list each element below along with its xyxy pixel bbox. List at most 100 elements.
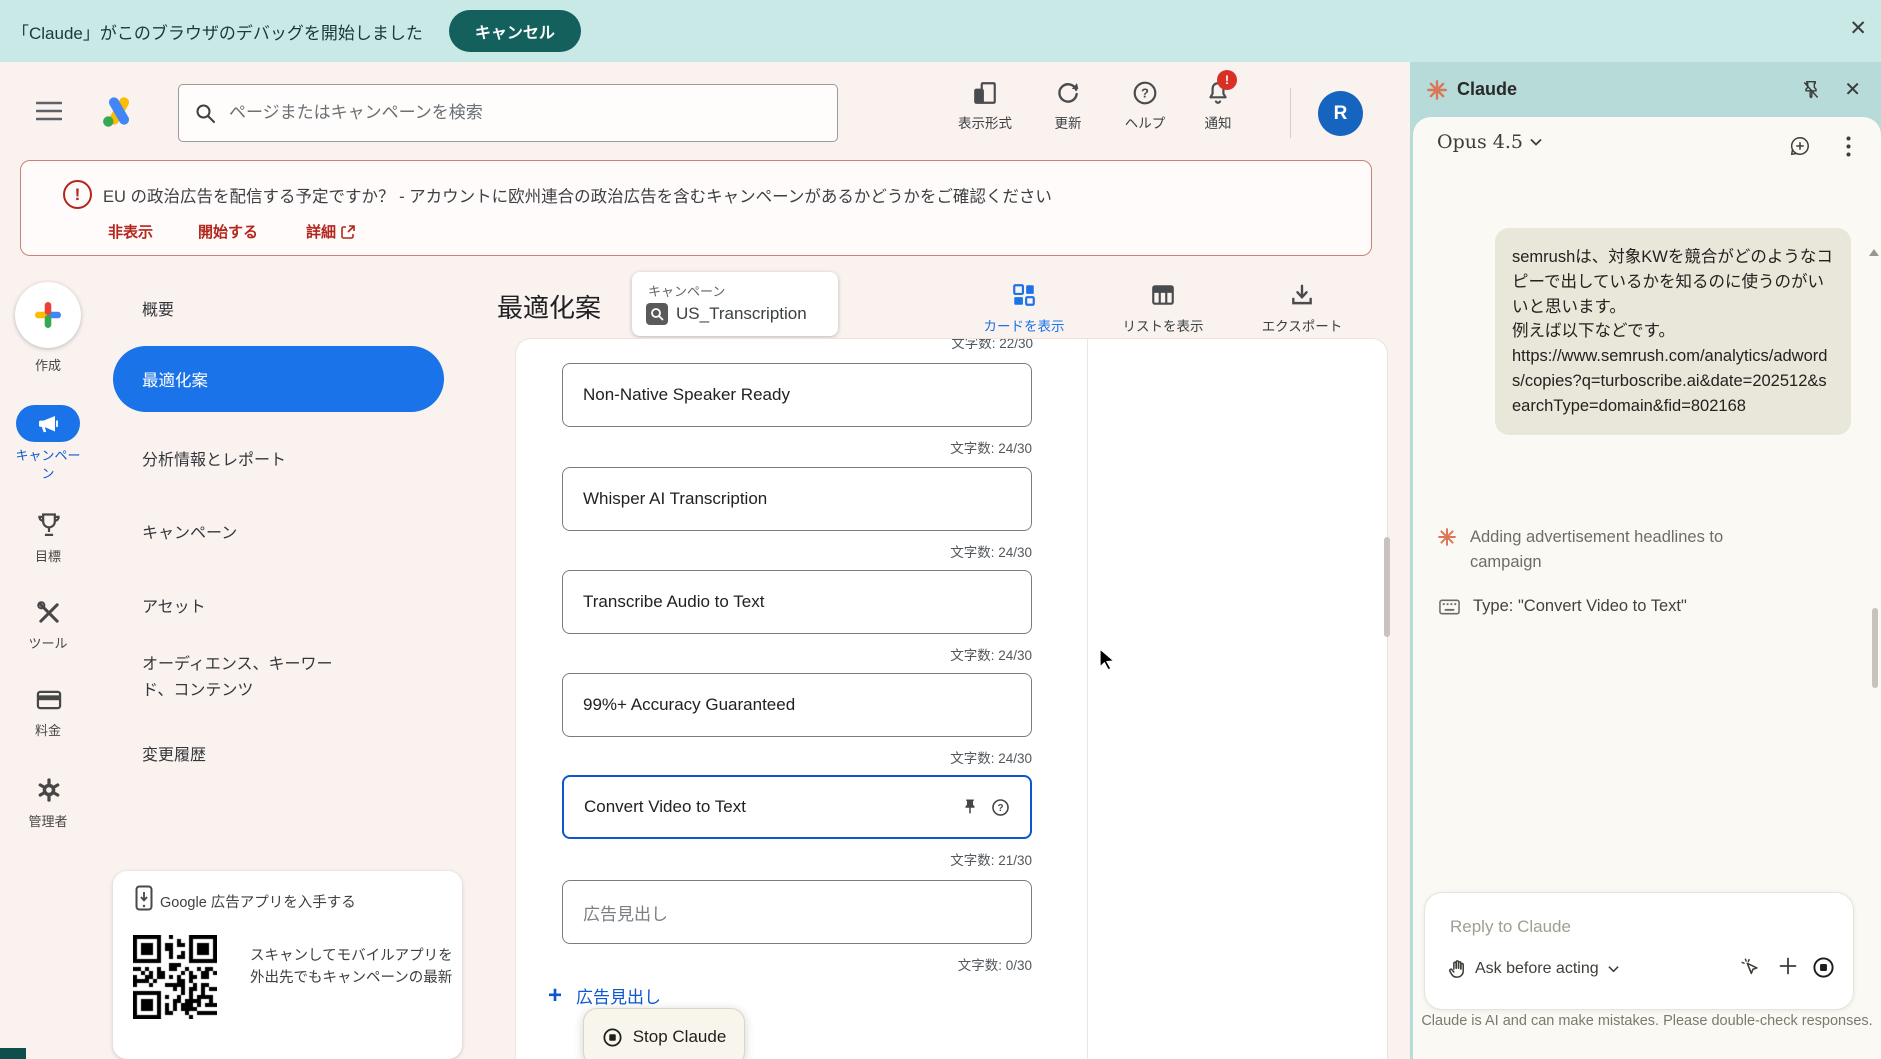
headline-input[interactable]: Non-Native Speaker Ready [562, 363, 1032, 427]
rail-admin-label: 管理者 [0, 811, 96, 830]
unpin-icon[interactable] [1801, 80, 1821, 100]
char-counter: 文字数: 24/30 [562, 541, 1032, 561]
keyboard-icon [1439, 599, 1460, 615]
taskbar-corner [0, 1048, 26, 1059]
display-format-icon [972, 80, 998, 106]
cards-view-icon [1011, 282, 1037, 308]
cursor-mode-icon[interactable] [1739, 956, 1761, 978]
sidebar-item-insights[interactable]: 分析情報とレポート [142, 446, 432, 470]
details-link[interactable]: 詳細 [306, 221, 355, 242]
sidebar-item-recommendations[interactable]: 最適化案 [113, 346, 444, 412]
search-campaign-icon [646, 303, 668, 325]
search-box[interactable] [178, 84, 838, 142]
header-divider [1290, 88, 1291, 138]
export-button[interactable]: エクスポート [1242, 282, 1362, 335]
rail-goals-label: 目標 [0, 546, 96, 565]
goals-icon[interactable] [35, 511, 63, 539]
headline-input-focused[interactable]: Convert Video to Text ? [562, 775, 1032, 839]
reply-placeholder: Reply to Claude [1450, 917, 1571, 937]
debug-bar: 「Claude」がこのブラウザのデバッグを開始しました キャンセル ✕ [0, 0, 1881, 62]
google-ads-logo[interactable] [100, 95, 138, 129]
svg-text:?: ? [1141, 86, 1149, 101]
hand-icon [1448, 959, 1466, 979]
sidebar-scrollbar[interactable] [1872, 608, 1878, 688]
scroll-up-arrow[interactable] [1869, 249, 1879, 256]
notifications-button[interactable]: ! 通知 [1175, 80, 1261, 132]
search-icon [195, 103, 215, 123]
campaign-selector-chip[interactable]: キャンペーン US_Transcription [632, 272, 838, 336]
qr-code [133, 935, 217, 1019]
rail-campaigns-label: キャンペーン [0, 447, 96, 482]
eu-ads-banner: ! EU の政治広告を配信する予定ですか？ - アカウントに欧州連合の政治広告を… [20, 160, 1372, 256]
svg-text:?: ? [997, 803, 1003, 814]
hamburger-menu-icon[interactable] [36, 100, 62, 122]
headline-input-empty[interactable]: 広告見出し [562, 880, 1032, 944]
char-counter: 文字数: 24/30 [562, 437, 1032, 457]
user-message-bubble: semrushは、対象KWを競合がどのようなコピーで出しているかを知るのに使うの… [1495, 228, 1851, 435]
claude-sidebar: Claude ✕ Opus 4.5 semrushは、対象KWを競合がどのような… [1410, 62, 1881, 1059]
refresh-button[interactable]: 更新 [1025, 80, 1111, 132]
pin-icon[interactable] [961, 798, 979, 816]
claude-spark-icon [1437, 527, 1457, 575]
claude-title: Claude [1457, 79, 1517, 100]
screen: 「Claude」がこのブラウザのデバッグを開始しました キャンセル ✕ 表示形式… [0, 0, 1881, 1059]
show-list-button[interactable]: リストを表示 [1103, 282, 1223, 335]
sidebar-item-change-history[interactable]: 変更履歴 [142, 741, 206, 765]
headline-input[interactable]: Transcribe Audio to Text [562, 570, 1032, 634]
claude-status-row: Adding advertisement headlines to campai… [1437, 525, 1787, 575]
promo-line1: スキャンしてモバイルアプリを [250, 944, 453, 965]
billing-icon[interactable] [35, 686, 63, 714]
mobile-app-promo-card: Google 広告アプリを入手する スキャンしてモバイルアプリを 外出先でもキャ… [113, 871, 462, 1059]
model-selector[interactable]: Opus 4.5 [1437, 131, 1542, 153]
start-link[interactable]: 開始する [198, 221, 258, 242]
dismiss-link[interactable]: 非表示 [108, 221, 153, 242]
rail-campaigns-button[interactable] [16, 405, 80, 442]
claude-status-text: Adding advertisement headlines to campai… [1470, 525, 1787, 575]
field-help-icon[interactable]: ? [991, 798, 1010, 817]
create-button[interactable] [15, 282, 81, 348]
help-icon: ? [1132, 80, 1158, 106]
search-input[interactable] [227, 102, 821, 124]
display-format-button[interactable]: 表示形式 [942, 80, 1028, 132]
stop-record-icon [602, 1027, 623, 1048]
main-scrollbar[interactable] [1384, 537, 1390, 637]
warning-icon: ! [63, 180, 92, 209]
more-options-icon[interactable] [1846, 136, 1851, 157]
claude-panel: Opus 4.5 semrushは、対象KWを競合がどのようなコピーで出している… [1413, 117, 1881, 1059]
sidebar-item-overview[interactable]: 概要 [142, 296, 174, 320]
ai-disclaimer: Claude is AI and can make mistakes. Plea… [1421, 1010, 1873, 1033]
cancel-debug-button[interactable]: キャンセル [449, 10, 581, 52]
admin-icon[interactable] [35, 776, 63, 804]
show-cards-button[interactable]: カードを表示 [964, 282, 1084, 335]
sidebar-item-assets[interactable]: アセット [142, 593, 432, 617]
notification-badge: ! [1217, 70, 1237, 90]
claude-action-text: Type: "Convert Video to Text" [1473, 597, 1687, 616]
headline-input[interactable]: Whisper AI Transcription [562, 467, 1032, 531]
add-headline-button[interactable]: + 広告見出し [548, 983, 661, 1008]
chevron-down-icon [1608, 965, 1619, 973]
refresh-icon [1055, 80, 1081, 106]
stop-claude-button[interactable]: Stop Claude [583, 1008, 745, 1059]
close-icon[interactable]: ✕ [1849, 18, 1867, 39]
permission-mode-label: Ask before acting [1475, 960, 1599, 978]
avatar[interactable]: R [1318, 91, 1363, 136]
campaign-chip-label: キャンペーン [648, 281, 725, 300]
clipped-char-counter: 文字数: 22/30 [563, 338, 1033, 352]
permission-mode-selector[interactable]: Ask before acting [1448, 959, 1619, 979]
claude-action-row: Type: "Convert Video to Text" [1439, 597, 1687, 616]
char-counter: 文字数: 21/30 [562, 849, 1032, 869]
sidebar-item-audiences[interactable]: オーディエンス、キーワード、コンテンツ [142, 652, 432, 703]
tools-icon[interactable] [35, 599, 63, 627]
debug-message: 「Claude」がこのブラウザのデバッグを開始しました [12, 19, 423, 44]
new-chat-icon[interactable] [1789, 135, 1811, 157]
page-title: 最適化案 [497, 288, 601, 325]
stop-button-icon[interactable] [1812, 956, 1835, 979]
attach-plus-icon[interactable] [1778, 956, 1798, 976]
close-sidebar-icon[interactable]: ✕ [1844, 77, 1861, 102]
reply-input[interactable]: Reply to Claude Ask before acting [1424, 892, 1854, 1010]
sidebar-item-campaigns[interactable]: キャンペーン [142, 519, 432, 543]
headline-input[interactable]: 99%+ Accuracy Guaranteed [562, 673, 1032, 737]
rail-billing-label: 料金 [0, 720, 96, 739]
char-counter: 文字数: 0/30 [562, 954, 1032, 974]
chevron-down-icon [1530, 138, 1542, 146]
